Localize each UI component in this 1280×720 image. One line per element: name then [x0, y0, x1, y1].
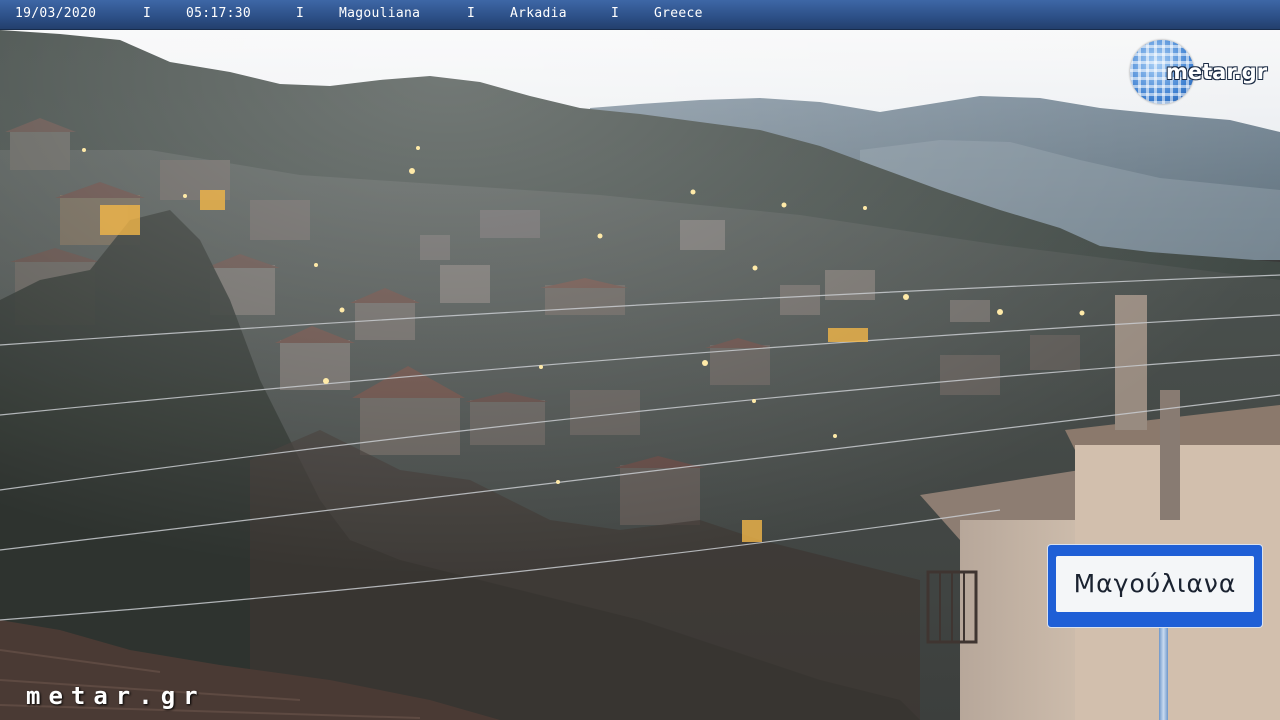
- watermark: metar.gr: [26, 682, 206, 710]
- town-sign: Μαγούλιανα: [1048, 545, 1262, 627]
- logo-text: metar.gr: [1166, 60, 1268, 84]
- town-sign-panel: Μαγούλιανα: [1056, 556, 1254, 612]
- metar-logo: metar.gr: [1128, 38, 1273, 108]
- sign-post: [1159, 626, 1168, 720]
- separator: I: [143, 6, 152, 21]
- time-label: 05:17:30: [186, 6, 252, 21]
- region-label: Arkadia: [510, 6, 567, 21]
- separator: I: [467, 6, 476, 21]
- separator: I: [611, 6, 620, 21]
- info-bar: 19/03/2020 I 05:17:30 I Magouliana I Ark…: [0, 0, 1280, 30]
- separator: I: [296, 6, 305, 21]
- date-label: 19/03/2020: [15, 6, 97, 21]
- country-label: Greece: [654, 6, 703, 21]
- town-sign-text: Μαγούλιανα: [1073, 569, 1237, 598]
- location-label: Magouliana: [339, 6, 421, 21]
